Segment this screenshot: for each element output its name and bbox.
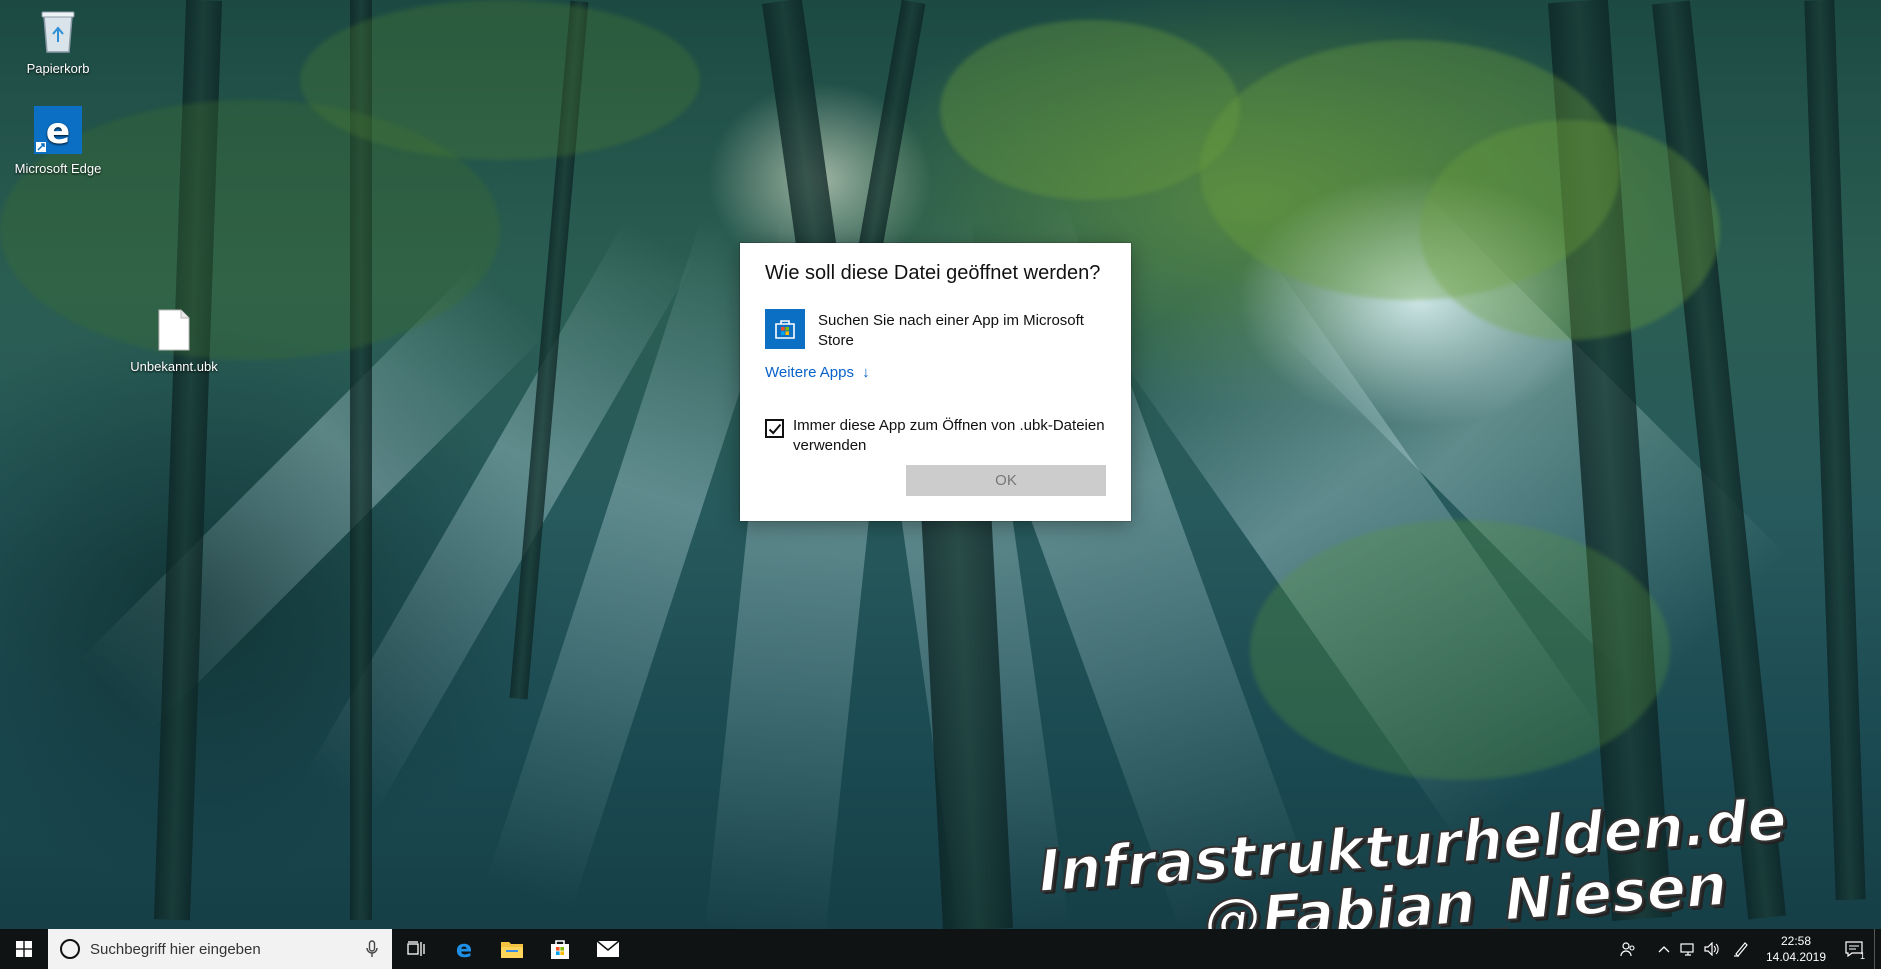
desktop-icon-label: Unbekannt.ubk xyxy=(130,359,218,374)
open-with-dialog: Wie soll diese Datei geöffnet werden? Su… xyxy=(740,243,1131,521)
task-view-button[interactable] xyxy=(392,929,440,969)
people-icon[interactable] xyxy=(1616,929,1640,969)
network-icon[interactable] xyxy=(1676,929,1700,969)
mail-icon xyxy=(596,940,620,957)
always-use-checkbox[interactable] xyxy=(765,419,784,438)
show-desktop-button[interactable] xyxy=(1874,929,1881,969)
more-apps-label: Weitere Apps xyxy=(765,364,854,381)
taskbar-store-button[interactable] xyxy=(536,929,584,969)
svg-text:e: e xyxy=(46,111,70,152)
task-view-icon xyxy=(407,941,425,956)
file-icon xyxy=(124,308,224,355)
search-placeholder: Suchbegriff hier eingeben xyxy=(90,940,261,958)
more-apps-link[interactable]: Weitere Apps ↓ xyxy=(765,364,870,381)
store-app-option[interactable]: Suchen Sie nach einer App im Microsoft S… xyxy=(765,309,1115,351)
chevron-up-icon[interactable] xyxy=(1652,929,1676,969)
store-icon xyxy=(765,309,805,349)
desktop-icon-label: Microsoft Edge xyxy=(14,161,102,176)
checkmark-icon xyxy=(768,423,781,434)
desktop-icon-edge[interactable]: e Microsoft Edge xyxy=(8,106,108,176)
edge-icon: e xyxy=(8,106,108,157)
taskbar-edge-button[interactable]: e xyxy=(440,929,488,969)
notification-count-badge: 1 xyxy=(1859,951,1865,961)
recycle-bin-icon xyxy=(8,8,108,57)
store-icon xyxy=(551,940,569,959)
clock-time: 22:58 xyxy=(1780,934,1812,948)
store-option-label: Suchen Sie nach einer App im Microsoft S… xyxy=(818,312,1084,349)
system-tray: 22:58 14.04.2019 1 xyxy=(1616,929,1881,969)
desktop-icon-recycle-bin[interactable]: Papierkorb xyxy=(8,8,108,76)
file-explorer-icon xyxy=(501,942,523,958)
taskbar-search-box[interactable]: Suchbegriff hier eingeben xyxy=(48,929,392,969)
clock[interactable]: 22:58 14.04.2019 xyxy=(1758,933,1834,965)
pen-ink-icon[interactable] xyxy=(1724,929,1758,969)
start-button[interactable] xyxy=(0,929,48,969)
microphone-icon[interactable] xyxy=(352,940,392,958)
volume-icon[interactable] xyxy=(1700,929,1724,969)
action-center-icon[interactable]: 1 xyxy=(1834,929,1874,969)
desktop-icon-unbekannt-file[interactable]: Unbekannt.ubk xyxy=(124,308,224,374)
always-use-label: Immer diese App zum Öffnen von .ubk-Date… xyxy=(793,417,1105,454)
windows-logo-icon xyxy=(16,941,32,957)
desktop-icon-label: Papierkorb xyxy=(26,61,90,76)
edge-icon: e xyxy=(456,937,472,961)
ok-button[interactable]: OK xyxy=(906,465,1106,496)
always-use-option: Immer diese App zum Öffnen von .ubk-Date… xyxy=(765,416,1115,456)
taskbar-file-explorer-button[interactable] xyxy=(488,929,536,969)
arrow-down-icon: ↓ xyxy=(862,364,870,381)
taskbar: Suchbegriff hier eingeben e 22:58 14.04.… xyxy=(0,929,1881,969)
taskbar-mail-button[interactable] xyxy=(584,929,632,969)
clock-date: 14.04.2019 xyxy=(1765,950,1827,964)
dialog-title: Wie soll diese Datei geöffnet werden? xyxy=(765,262,1101,284)
cortana-icon xyxy=(60,939,80,959)
svg-text:e: e xyxy=(456,937,472,961)
